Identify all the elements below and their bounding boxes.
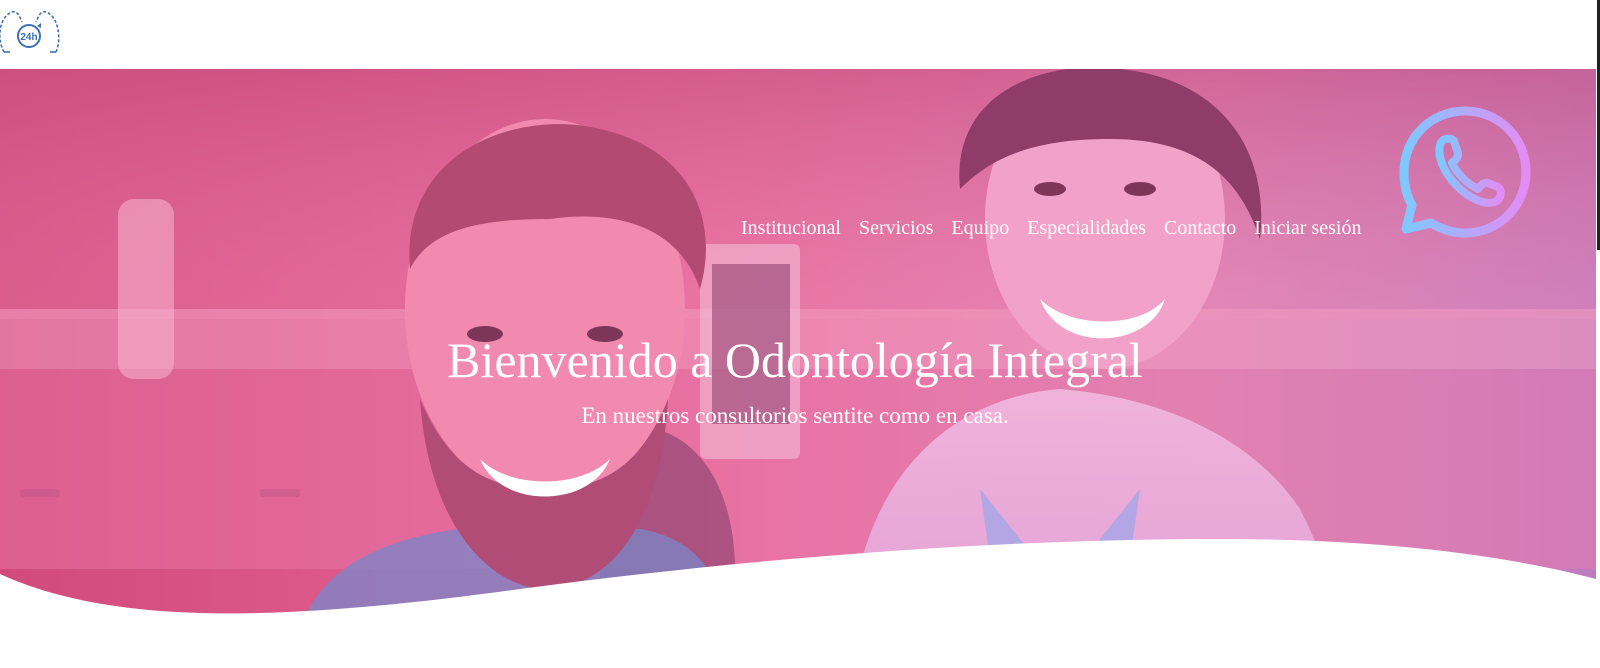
nav-equipo[interactable]: Equipo [951, 217, 1009, 240]
whatsapp-icon[interactable] [1398, 105, 1532, 239]
nav-institucional[interactable]: Institucional [741, 217, 841, 240]
hero-section: Institucional Servicios Equipo Especiali… [0, 69, 1596, 629]
nav-contacto[interactable]: Contacto [1164, 217, 1236, 240]
hero-title: Bienvenido a Odontología Integral [447, 332, 1143, 388]
page: 24h Institucional Servicios Equipo Espec… [0, 0, 1600, 668]
main-nav: Institucional Servicios Equipo Especiali… [741, 217, 1361, 240]
clinic-logo[interactable]: 24h [0, 8, 60, 56]
hero-subtitle: En nuestros consultorios sentite como en… [581, 403, 1009, 428]
nav-especialidades[interactable]: Especialidades [1027, 217, 1146, 240]
nav-servicios[interactable]: Servicios [859, 217, 933, 240]
logo-text: 24h [20, 32, 37, 43]
top-bar: 24h [0, 0, 1600, 69]
nav-iniciar-sesion[interactable]: Iniciar sesión [1254, 217, 1361, 240]
